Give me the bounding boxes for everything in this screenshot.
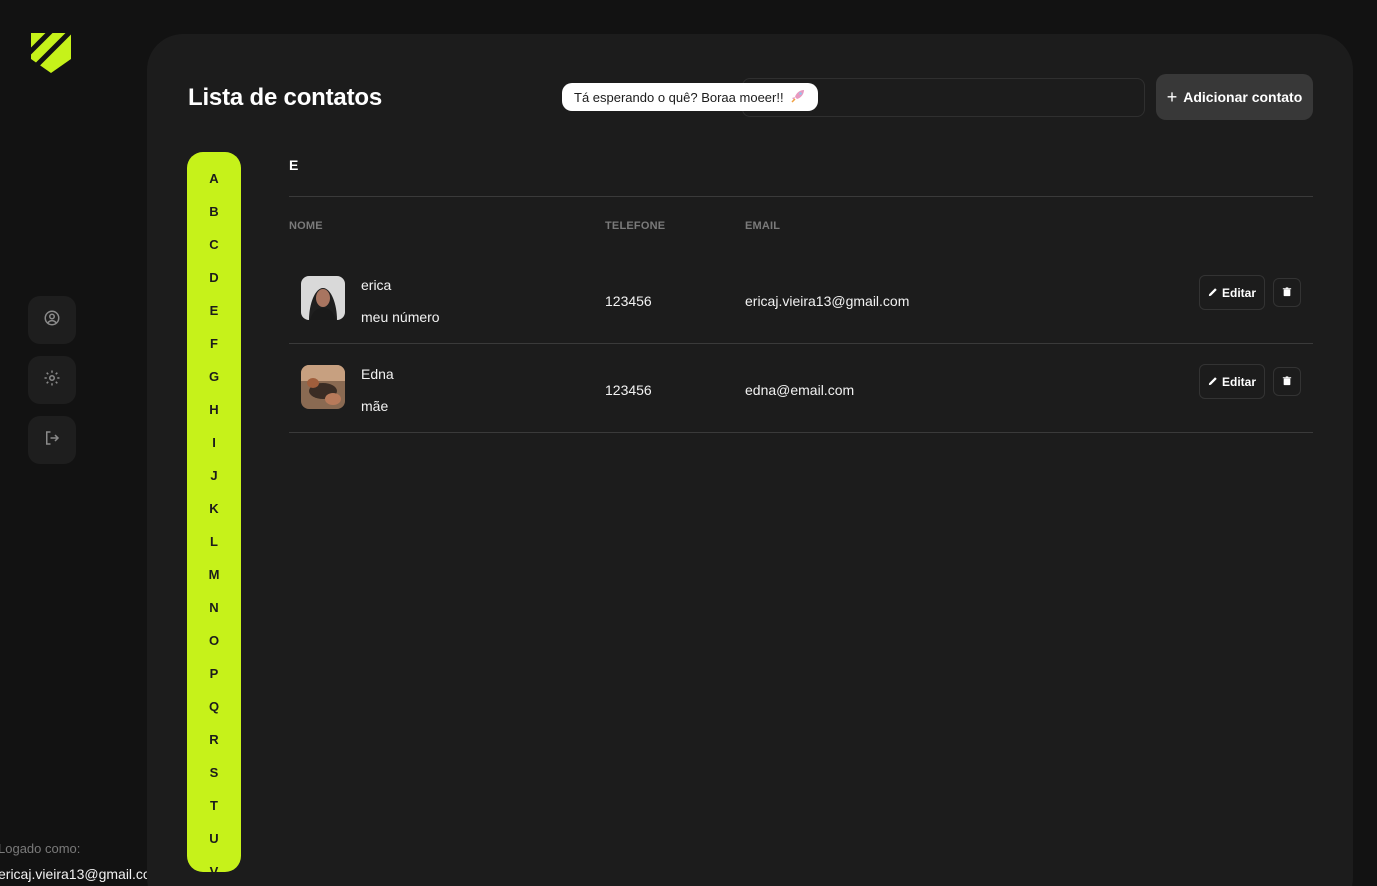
settings-button[interactable]: [28, 356, 76, 404]
alphabet-letter[interactable]: R: [187, 732, 241, 747]
alphabet-letter[interactable]: V: [187, 864, 241, 872]
alphabet-letter[interactable]: H: [187, 402, 241, 417]
app-root: Logado como: ericaj.vieira13@gmail.com L…: [0, 0, 1377, 886]
alphabet-letter[interactable]: J: [187, 468, 241, 483]
alphabet-index: A B C D E F G H I J K L M N O P Q R S T U V: [187, 152, 241, 872]
section-divider: [289, 196, 1313, 197]
gear-icon: [43, 369, 61, 392]
add-contact-button[interactable]: + Adicionar contato: [1156, 74, 1313, 120]
edit-label: Editar: [1221, 285, 1256, 300]
logout-icon: [43, 429, 61, 452]
alphabet-letter[interactable]: T: [187, 798, 241, 813]
contact-phone: 123456: [605, 382, 652, 398]
alphabet-letter[interactable]: C: [187, 237, 241, 252]
alphabet-letter[interactable]: D: [187, 270, 241, 285]
tooltip: Tá esperando o quê? Boraa moeer!!: [562, 83, 818, 111]
column-header-phone: TELEFONE: [605, 220, 666, 232]
logged-in-info: Logado como: ericaj.vieira13@gmail.com: [0, 841, 168, 886]
edit-button[interactable]: Editar: [1199, 275, 1265, 310]
shield-stripes-icon[interactable]: [27, 27, 75, 73]
logout-button[interactable]: [28, 416, 76, 464]
edit-button[interactable]: Editar: [1199, 364, 1265, 399]
alphabet-letter[interactable]: A: [187, 171, 241, 186]
contact-name: Edna: [361, 366, 394, 382]
table-row: Edna mãe 123456 edna@email.com Editar: [289, 343, 1313, 432]
trash-icon: [1282, 284, 1292, 302]
logged-label: Logado como:: [0, 841, 81, 856]
tooltip-text: Tá esperando o quê? Boraa moeer!!: [574, 89, 784, 105]
avatar: [301, 365, 345, 409]
contact-note: meu número: [361, 309, 440, 325]
alphabet-letter[interactable]: N: [187, 600, 241, 615]
edit-label: Editar: [1221, 374, 1256, 389]
contact-phone: 123456: [605, 293, 652, 309]
main-panel: Lista de contatos Tá esperando o quê? Bo…: [147, 34, 1353, 886]
alphabet-letter[interactable]: O: [187, 633, 241, 648]
logged-email: ericaj.vieira13@gmail.com: [0, 866, 163, 882]
alphabet-letter[interactable]: E: [187, 303, 241, 318]
alphabet-letter[interactable]: I: [187, 435, 241, 450]
alphabet-letter[interactable]: L: [187, 534, 241, 549]
alphabet-letter[interactable]: B: [187, 204, 241, 219]
table-row: erica meu número 123456 ericaj.vieira13@…: [289, 254, 1313, 343]
row-divider: [289, 432, 1313, 433]
contact-email: ericaj.vieira13@gmail.com: [745, 293, 910, 309]
trash-icon: [1282, 373, 1292, 391]
delete-button[interactable]: [1273, 367, 1301, 396]
alphabet-letter[interactable]: Q: [187, 699, 241, 714]
column-header-email: EMAIL: [745, 220, 781, 232]
profile-button[interactable]: [28, 296, 76, 344]
add-contact-label: Adicionar contato: [1183, 89, 1303, 105]
alphabet-letter[interactable]: K: [187, 501, 241, 516]
alphabet-letter[interactable]: U: [187, 831, 241, 846]
alphabet-letter[interactable]: S: [187, 765, 241, 780]
alphabet-letter[interactable]: P: [187, 666, 241, 681]
delete-button[interactable]: [1273, 278, 1301, 307]
column-header-name: NOME: [289, 220, 323, 232]
rocket-icon: [790, 88, 806, 107]
plus-icon: +: [1166, 87, 1178, 107]
contact-name: erica: [361, 277, 392, 293]
avatar: [301, 276, 345, 320]
alphabet-letter[interactable]: F: [187, 336, 241, 351]
alphabet-letter[interactable]: G: [187, 369, 241, 384]
page-title: Lista de contatos: [188, 84, 382, 111]
user-circle-icon: [43, 309, 61, 332]
contact-note: mãe: [361, 398, 389, 414]
pencil-icon: [1208, 286, 1218, 300]
pencil-icon: [1208, 375, 1218, 389]
contact-email: edna@email.com: [745, 382, 855, 398]
alphabet-letter[interactable]: M: [187, 567, 241, 582]
section-letter: E: [289, 157, 299, 173]
